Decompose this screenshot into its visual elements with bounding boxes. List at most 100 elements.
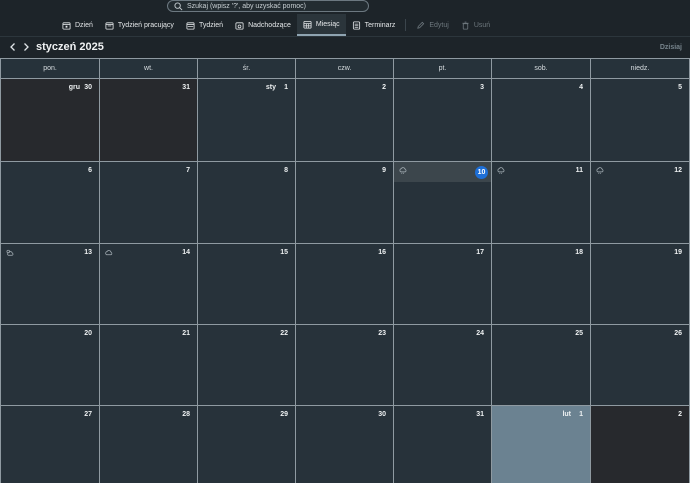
day-cell[interactable]: 9 bbox=[296, 162, 393, 243]
day-cell[interactable]: 30 bbox=[296, 406, 393, 483]
day-cell[interactable]: 27 bbox=[1, 406, 99, 483]
agenda-icon bbox=[352, 20, 360, 30]
day-number: 25 bbox=[575, 330, 583, 337]
calendar-day-icon bbox=[62, 21, 71, 30]
day-cell[interactable]: 16 bbox=[296, 244, 393, 324]
day-cell[interactable]: sty 1 bbox=[198, 79, 295, 161]
day-cell[interactable]: lut 1 bbox=[492, 406, 590, 483]
day-number: 1 bbox=[284, 84, 288, 91]
rain-cloud-icon bbox=[497, 167, 505, 175]
day-cell[interactable]: 6 bbox=[1, 162, 99, 243]
day-cell[interactable]: 2 bbox=[296, 79, 393, 161]
day-cell[interactable]: 22 bbox=[198, 325, 295, 405]
month-navigation: styczeń 2025 Dzisiaj bbox=[0, 36, 690, 58]
day-number: 29 bbox=[280, 411, 288, 418]
toolbar-label: Terminarz bbox=[364, 21, 396, 29]
previous-month-button[interactable] bbox=[8, 42, 18, 52]
day-number: 14 bbox=[182, 249, 190, 256]
partly-cloudy-icon bbox=[6, 249, 14, 256]
month-title: styczeń 2025 bbox=[36, 41, 104, 53]
today-day-number: 10 bbox=[475, 166, 488, 179]
weekday-header: pon. bbox=[1, 59, 99, 78]
day-number: 5 bbox=[678, 84, 682, 91]
toolbar-calendar-month-button[interactable]: Miesiąc bbox=[296, 14, 346, 36]
weekday-header: czw. bbox=[296, 59, 393, 78]
view-toolbar: Dzień Tydzień pracujący Tydzień Nadchodzące… bbox=[56, 14, 496, 36]
day-cell[interactable]: 29 bbox=[198, 406, 295, 483]
day-number: 21 bbox=[182, 330, 190, 337]
day-number: 12 bbox=[674, 167, 682, 174]
toolbar-calendar-upcoming-button[interactable]: Nadchodzące bbox=[229, 14, 297, 36]
day-number: 1 bbox=[579, 411, 583, 418]
today-button[interactable]: Dzisiaj bbox=[660, 44, 682, 51]
day-cell[interactable]: 21 bbox=[100, 325, 197, 405]
calendar-upcoming-icon bbox=[235, 21, 244, 30]
day-number: 3 bbox=[480, 84, 484, 91]
day-number: 19 bbox=[674, 249, 682, 256]
weekday-header: niedz. bbox=[591, 59, 689, 78]
day-cell[interactable]: 23 bbox=[296, 325, 393, 405]
chevron-right-icon bbox=[24, 43, 29, 51]
day-number: 31 bbox=[476, 411, 484, 418]
day-cell[interactable]: 24 bbox=[394, 325, 491, 405]
day-cell[interactable]: 17 bbox=[394, 244, 491, 324]
toolbar-label: Tydzień pracujący bbox=[117, 21, 174, 29]
day-cell[interactable]: 7 bbox=[100, 162, 197, 243]
day-cell[interactable]: 12 bbox=[591, 162, 689, 243]
day-cell[interactable]: 8 bbox=[198, 162, 295, 243]
toolbar-agenda-button[interactable]: Terminarz bbox=[346, 14, 402, 36]
month-label: sty bbox=[265, 84, 276, 91]
trash-icon bbox=[462, 21, 469, 30]
toolbar-calendar-workweek-button[interactable]: Tydzień pracujący bbox=[99, 14, 180, 36]
day-number: 8 bbox=[284, 167, 288, 174]
day-cell[interactable]: 31 bbox=[394, 406, 491, 483]
day-cell[interactable]: 18 bbox=[492, 244, 590, 324]
day-number: 22 bbox=[280, 330, 288, 337]
day-cell[interactable]: 13 bbox=[1, 244, 99, 324]
day-number: 16 bbox=[378, 249, 386, 256]
day-number: 31 bbox=[182, 84, 190, 91]
day-cell[interactable]: 15 bbox=[198, 244, 295, 324]
toolbar-calendar-day-button[interactable]: Dzień bbox=[56, 14, 99, 36]
day-number: 17 bbox=[476, 249, 484, 256]
day-cell[interactable]: 3 bbox=[394, 79, 491, 161]
day-number: 6 bbox=[88, 167, 92, 174]
day-cell[interactable]: 14 bbox=[100, 244, 197, 324]
day-cell[interactable]: 10 bbox=[394, 162, 491, 243]
toolbar-trash-button: Usuń bbox=[455, 14, 496, 36]
day-cell[interactable]: 11 bbox=[492, 162, 590, 243]
day-cell[interactable]: 31 bbox=[100, 79, 197, 161]
day-cell[interactable]: 4 bbox=[492, 79, 590, 161]
calendar-week-icon bbox=[186, 21, 195, 30]
day-cell[interactable]: 2 bbox=[591, 406, 689, 483]
day-cell[interactable]: 5 bbox=[591, 79, 689, 161]
toolbar-label: Edytuj bbox=[429, 21, 449, 29]
weekday-header: sob. bbox=[492, 59, 590, 78]
search-input[interactable]: Szukaj (wpisz '?', aby uzyskać pomoc) bbox=[167, 0, 369, 12]
toolbar-calendar-week-button[interactable]: Tydzień bbox=[180, 14, 229, 36]
day-cell[interactable]: 26 bbox=[591, 325, 689, 405]
rain-cloud-icon bbox=[399, 167, 407, 175]
toolbar-label: Usuń bbox=[473, 21, 491, 29]
day-cell[interactable]: 28 bbox=[100, 406, 197, 483]
day-number: 27 bbox=[84, 411, 92, 418]
day-number: 7 bbox=[186, 167, 190, 174]
day-number: 24 bbox=[476, 330, 484, 337]
day-number: 11 bbox=[575, 167, 583, 174]
toolbar-label: Miesiąc bbox=[315, 20, 340, 28]
edit-icon bbox=[417, 21, 425, 29]
day-cell[interactable]: 20 bbox=[1, 325, 99, 405]
day-number: 2 bbox=[678, 411, 682, 418]
day-cell[interactable]: 25 bbox=[492, 325, 590, 405]
cloud-icon bbox=[105, 250, 113, 256]
weekday-header: wt. bbox=[100, 59, 197, 78]
day-cell[interactable]: 19 bbox=[591, 244, 689, 324]
toolbar-label: Dzień bbox=[75, 21, 93, 29]
next-month-button[interactable] bbox=[21, 42, 31, 52]
day-cell[interactable]: gru 30 bbox=[1, 79, 99, 161]
top-bar: Szukaj (wpisz '?', aby uzyskać pomoc) Dz… bbox=[0, 0, 690, 36]
chevron-left-icon bbox=[10, 43, 15, 51]
weekday-header: pt. bbox=[394, 59, 491, 78]
day-number: 15 bbox=[280, 249, 288, 256]
day-number: 13 bbox=[84, 249, 92, 256]
